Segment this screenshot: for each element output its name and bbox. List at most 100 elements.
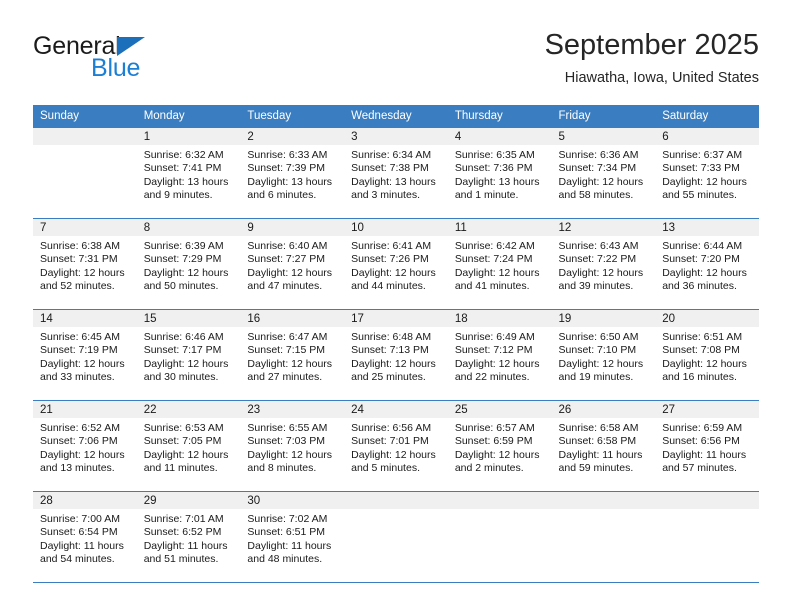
day-detail-daylight2: and 47 minutes. bbox=[247, 280, 323, 293]
calendar-day-cell[interactable]: 10 Sunrise: 6:41 AM Sunset: 7:26 PM Dayligh… bbox=[344, 218, 448, 310]
day-cell-inner: 26 Sunrise: 6:58 AM Sunset: 6:58 PM Dayligh… bbox=[551, 401, 656, 490]
day-detail-sunset: Sunset: 7:01 PM bbox=[351, 435, 429, 448]
day-detail-sunrise: Sunrise: 6:57 AM bbox=[454, 422, 535, 434]
day-detail-sunset: Sunset: 7:22 PM bbox=[558, 253, 637, 266]
day-detail-sunrise: Sunrise: 6:51 AM bbox=[662, 331, 743, 343]
day-details: Sunrise: 7:01 AM Sunset: 6:52 PM Daylight:… bbox=[137, 509, 241, 567]
calendar-day-cell[interactable]: 17 Sunrise: 6:48 AM Sunset: 7:13 PM Dayligh… bbox=[344, 309, 448, 401]
day-details: Sunrise: 7:00 AM Sunset: 6:54 PM Daylight:… bbox=[33, 509, 137, 567]
calendar-day-cell[interactable]: 24 Sunrise: 6:56 AM Sunset: 7:01 PM Dayligh… bbox=[344, 400, 448, 492]
day-details: Sunrise: 6:33 AM Sunset: 7:39 PM Daylight:… bbox=[240, 145, 344, 203]
day-details: Sunrise: 6:36 AM Sunset: 7:34 PM Daylight:… bbox=[552, 145, 656, 203]
calendar-day-cell[interactable]: 4 Sunrise: 6:35 AM Sunset: 7:36 PM Daylight… bbox=[447, 128, 552, 219]
day-detail-sunrise: Sunrise: 6:44 AM bbox=[662, 240, 743, 252]
calendar-day-cell[interactable]: 9 Sunrise: 6:40 AM Sunset: 7:27 PM Daylight… bbox=[240, 218, 345, 310]
day-detail-daylight1: Daylight: 13 hours bbox=[247, 175, 333, 188]
calendar-day-cell[interactable]: 18 Sunrise: 6:49 AM Sunset: 7:12 PM Dayligh… bbox=[447, 309, 552, 401]
day-detail-sunrise: Sunrise: 6:49 AM bbox=[454, 331, 535, 343]
day-number: 17 bbox=[344, 310, 448, 327]
calendar-day-cell[interactable]: 12 Sunrise: 6:43 AM Sunset: 7:22 PM Dayligh… bbox=[551, 218, 656, 310]
day-detail-sunset: Sunset: 6:58 PM bbox=[558, 435, 637, 448]
day-detail-daylight1: Daylight: 12 hours bbox=[662, 175, 747, 188]
day-cell-inner bbox=[344, 492, 448, 581]
calendar-day-cell[interactable]: 14 Sunrise: 6:45 AM Sunset: 7:19 PM Dayligh… bbox=[33, 309, 137, 401]
day-details: Sunrise: 6:46 AM Sunset: 7:17 PM Daylight:… bbox=[137, 327, 241, 385]
day-detail-daylight2: and 50 minutes. bbox=[143, 280, 219, 293]
day-detail-sunset: Sunset: 6:59 PM bbox=[454, 435, 533, 448]
calendar-day-cell[interactable]: 29 Sunrise: 7:01 AM Sunset: 6:52 PM Dayligh… bbox=[136, 491, 241, 583]
day-detail-daylight2: and 13 minutes. bbox=[40, 462, 115, 475]
calendar-day-cell[interactable]: 21 Sunrise: 6:52 AM Sunset: 7:06 PM Dayligh… bbox=[33, 400, 137, 492]
calendar-day-cell[interactable]: 8 Sunrise: 6:39 AM Sunset: 7:29 PM Daylight… bbox=[136, 218, 241, 310]
day-detail-sunrise: Sunrise: 6:47 AM bbox=[247, 331, 328, 343]
day-detail-sunrise: Sunrise: 6:55 AM bbox=[247, 422, 328, 434]
day-number: 8 bbox=[136, 219, 241, 236]
calendar-day-cell[interactable]: 6 Sunrise: 6:37 AM Sunset: 7:33 PM Daylight… bbox=[655, 128, 759, 219]
calendar-page: General Blue September 2025 Hiawatha, Io… bbox=[0, 0, 792, 612]
calendar-table: Sunday Monday Tuesday Wednesday Thursday Frid… bbox=[33, 105, 759, 583]
day-detail-daylight1: Daylight: 11 hours bbox=[40, 539, 124, 552]
day-detail-daylight2: and 58 minutes. bbox=[558, 189, 634, 202]
day-number: 24 bbox=[344, 401, 448, 418]
day-detail-daylight2: and 30 minutes. bbox=[143, 371, 219, 384]
day-detail-daylight2: and 59 minutes. bbox=[558, 462, 634, 475]
calendar-day-cell[interactable]: 1 Sunrise: 6:32 AM Sunset: 7:41 PM Daylight… bbox=[136, 128, 241, 219]
day-details: Sunrise: 6:52 AM Sunset: 7:06 PM Daylight:… bbox=[33, 418, 137, 476]
day-detail-daylight1: Daylight: 12 hours bbox=[558, 266, 644, 279]
day-detail-daylight2: and 3 minutes. bbox=[351, 189, 420, 202]
day-cell-inner: 15 Sunrise: 6:46 AM Sunset: 7:17 PM Dayligh… bbox=[136, 310, 241, 399]
calendar-day-cell[interactable]: 26 Sunrise: 6:58 AM Sunset: 6:58 PM Dayligh… bbox=[551, 400, 656, 492]
calendar-day-cell[interactable]: 7 Sunrise: 6:38 AM Sunset: 7:31 PM Daylight… bbox=[33, 218, 137, 310]
day-detail-daylight1: Daylight: 11 hours bbox=[662, 448, 747, 461]
day-detail-sunset: Sunset: 7:19 PM bbox=[40, 344, 118, 357]
day-number bbox=[655, 492, 759, 509]
day-number: 29 bbox=[136, 492, 241, 509]
day-details: Sunrise: 6:50 AM Sunset: 7:10 PM Daylight:… bbox=[552, 327, 656, 385]
day-detail-sunrise: Sunrise: 6:34 AM bbox=[351, 149, 432, 161]
calendar-day-cell[interactable]: 16 Sunrise: 6:47 AM Sunset: 7:15 PM Dayligh… bbox=[240, 309, 345, 401]
day-details: Sunrise: 6:57 AM Sunset: 6:59 PM Daylight:… bbox=[448, 418, 552, 476]
calendar-day-cell[interactable]: 5 Sunrise: 6:36 AM Sunset: 7:34 PM Daylight… bbox=[551, 128, 656, 219]
calendar-day-cell[interactable]: 27 Sunrise: 6:59 AM Sunset: 6:56 PM Dayligh… bbox=[655, 400, 759, 492]
column-header-sunday: Sunday bbox=[33, 105, 137, 128]
day-number: 7 bbox=[33, 219, 137, 236]
day-detail-sunrise: Sunrise: 6:43 AM bbox=[558, 240, 639, 252]
calendar-day-cell[interactable]: 22 Sunrise: 6:53 AM Sunset: 7:05 PM Dayligh… bbox=[136, 400, 241, 492]
calendar-day-cell[interactable]: 3 Sunrise: 6:34 AM Sunset: 7:38 PM Daylight… bbox=[344, 128, 448, 219]
calendar-day-cell[interactable]: 2 Sunrise: 6:33 AM Sunset: 7:39 PM Daylight… bbox=[240, 128, 345, 219]
calendar-week-row: 21 Sunrise: 6:52 AM Sunset: 7:06 PM Dayligh… bbox=[33, 400, 759, 492]
day-detail-sunrise: Sunrise: 7:00 AM bbox=[40, 513, 120, 525]
calendar-day-cell[interactable]: 25 Sunrise: 6:57 AM Sunset: 6:59 PM Dayligh… bbox=[447, 400, 552, 492]
day-number: 20 bbox=[655, 310, 759, 327]
day-detail-sunset: Sunset: 6:51 PM bbox=[247, 526, 326, 539]
day-detail-sunrise: Sunrise: 6:58 AM bbox=[558, 422, 639, 434]
day-cell-inner: 21 Sunrise: 6:52 AM Sunset: 7:06 PM Dayligh… bbox=[33, 401, 137, 490]
day-detail-daylight2: and 44 minutes. bbox=[351, 280, 426, 293]
day-detail-sunset: Sunset: 6:54 PM bbox=[40, 526, 118, 539]
day-number: 28 bbox=[33, 492, 137, 509]
general-blue-logo[interactable]: General Blue bbox=[33, 32, 233, 92]
day-detail-daylight1: Daylight: 11 hours bbox=[247, 539, 332, 552]
day-detail-sunset: Sunset: 7:41 PM bbox=[143, 162, 222, 175]
day-detail-sunset: Sunset: 7:08 PM bbox=[662, 344, 740, 357]
day-number bbox=[33, 128, 137, 145]
day-detail-daylight2: and 51 minutes. bbox=[143, 553, 219, 566]
calendar-day-cell[interactable]: 15 Sunrise: 6:46 AM Sunset: 7:17 PM Dayligh… bbox=[136, 309, 241, 401]
calendar-day-cell[interactable]: 11 Sunrise: 6:42 AM Sunset: 7:24 PM Dayligh… bbox=[447, 218, 552, 310]
calendar-day-cell-empty bbox=[33, 128, 137, 219]
day-detail-daylight1: Daylight: 12 hours bbox=[40, 357, 125, 370]
calendar-day-cell[interactable]: 13 Sunrise: 6:44 AM Sunset: 7:20 PM Dayligh… bbox=[655, 218, 759, 310]
calendar-week-row: 14 Sunrise: 6:45 AM Sunset: 7:19 PM Dayligh… bbox=[33, 309, 759, 401]
day-detail-daylight1: Daylight: 12 hours bbox=[143, 266, 229, 279]
calendar-day-cell[interactable]: 20 Sunrise: 6:51 AM Sunset: 7:08 PM Dayligh… bbox=[655, 309, 759, 401]
day-detail-daylight1: Daylight: 12 hours bbox=[143, 357, 229, 370]
calendar-week-row: 28 Sunrise: 7:00 AM Sunset: 6:54 PM Dayligh… bbox=[33, 491, 759, 583]
calendar-day-cell[interactable]: 19 Sunrise: 6:50 AM Sunset: 7:10 PM Dayligh… bbox=[551, 309, 656, 401]
day-detail-daylight1: Daylight: 12 hours bbox=[247, 357, 333, 370]
calendar-day-cell[interactable]: 30 Sunrise: 7:02 AM Sunset: 6:51 PM Dayligh… bbox=[240, 491, 345, 583]
day-cell-inner: 14 Sunrise: 6:45 AM Sunset: 7:19 PM Dayligh… bbox=[33, 310, 137, 399]
day-detail-sunrise: Sunrise: 6:41 AM bbox=[351, 240, 432, 252]
day-detail-sunrise: Sunrise: 6:35 AM bbox=[454, 149, 535, 161]
calendar-day-cell[interactable]: 23 Sunrise: 6:55 AM Sunset: 7:03 PM Dayligh… bbox=[240, 400, 345, 492]
calendar-day-cell[interactable]: 28 Sunrise: 7:00 AM Sunset: 6:54 PM Dayligh… bbox=[33, 491, 137, 583]
